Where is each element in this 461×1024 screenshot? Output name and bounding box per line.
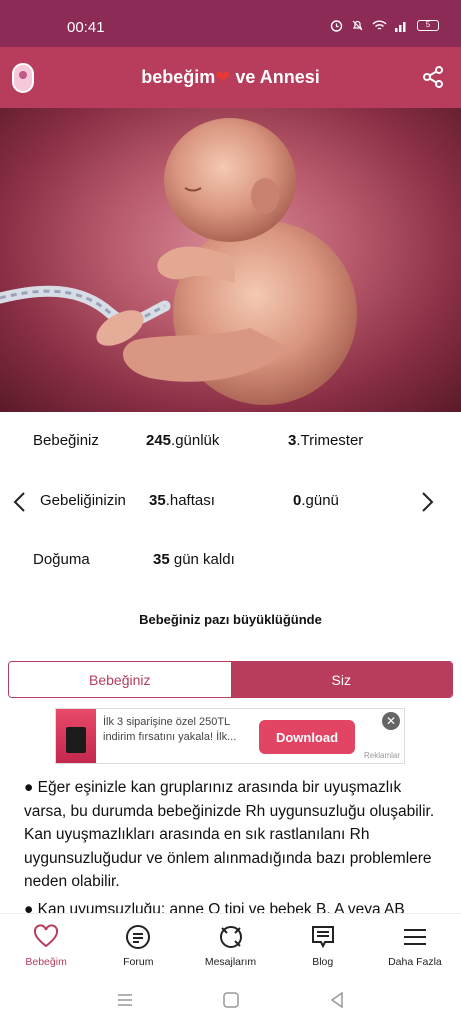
- age-label: Bebeğiniz: [33, 432, 99, 449]
- ad-label: Reklamlar: [363, 751, 400, 760]
- forum-icon: [126, 925, 151, 949]
- due-days-number: 35: [153, 551, 170, 568]
- nav-label: Daha Fazla: [388, 956, 442, 968]
- status-icons: 5: [330, 19, 439, 32]
- app-title: bebeğim❤ ve Annesi: [0, 67, 461, 88]
- heart-icon: [34, 924, 59, 948]
- app-title-suffix: ve Annesi: [230, 67, 320, 87]
- ad-product-image: [56, 709, 96, 763]
- alarm-icon: [330, 20, 343, 32]
- nav-item-forum[interactable]: Forum: [92, 914, 184, 975]
- nav-label: Mesajlarım: [204, 956, 257, 968]
- back-icon[interactable]: [328, 991, 346, 1009]
- age-value: 245.günlük: [146, 432, 219, 449]
- tab-siz[interactable]: Siz: [230, 662, 452, 697]
- status-bar: 00:41 5: [0, 0, 461, 47]
- menu-icon: [403, 929, 426, 945]
- battery-level: 5: [425, 20, 431, 29]
- article-paragraph: ● Kan uyumsuzluğu; anne O tipi ve bebek …: [24, 900, 405, 914]
- wifi-icon: [372, 20, 387, 30]
- nav-label: Bebeğim: [25, 956, 67, 968]
- info-row-age: Bebeğiniz 245.günlük 3.Trimester: [0, 422, 461, 462]
- week-unit: .haftası: [165, 492, 215, 509]
- signal-icon: [395, 21, 406, 32]
- nav-item-mesajlarim[interactable]: Mesajlarım: [184, 914, 276, 975]
- system-nav-bar: [0, 975, 461, 1024]
- previous-week-button[interactable]: [9, 491, 31, 513]
- ad-close-icon[interactable]: ✕: [382, 712, 400, 730]
- day-unit: .günü: [301, 492, 339, 509]
- next-week-button[interactable]: [416, 491, 438, 513]
- age-days-unit: .günlük: [171, 432, 220, 449]
- info-row-week: Gebeliğinizin 35.haftası 0.günü: [0, 482, 461, 522]
- trimester-unit: .Trimester: [296, 432, 364, 449]
- ad-text: İlk 3 siparişine özel 250TL indirim fırs…: [103, 716, 237, 743]
- due-value: 35 gün kaldı: [153, 551, 235, 568]
- recent-apps-icon[interactable]: [116, 991, 134, 1009]
- app-header: bebeğim❤ ve Annesi: [0, 47, 461, 108]
- messages-icon: [219, 926, 242, 948]
- tab-bebeginiz[interactable]: Bebeğiniz: [9, 662, 231, 697]
- due-label: Doğuma: [33, 551, 90, 568]
- share-icon[interactable]: [421, 65, 445, 89]
- info-row-due: Doğuma 35 gün kaldı: [0, 541, 461, 581]
- tab-switcher: Bebeğiniz Siz: [8, 661, 453, 698]
- nav-item-bebegim[interactable]: Bebeğim: [0, 914, 92, 975]
- age-days-number: 245: [146, 432, 172, 449]
- size-caption: Bebeğiniz pazı büyüklüğünde: [139, 612, 322, 627]
- ad-download-button[interactable]: Download: [259, 720, 355, 754]
- nav-label: Forum: [123, 956, 154, 968]
- fetus-illustration: [0, 118, 357, 405]
- week-label: Gebeliğinizin: [40, 492, 126, 509]
- article-paragraph: ● Eğer eşinizle kan gruplarınız arasında…: [24, 779, 435, 890]
- week-value: 35.haftası: [149, 492, 215, 509]
- heart-emoji: ❤: [215, 67, 231, 87]
- status-time: 00:41: [67, 19, 105, 36]
- ad-banner[interactable]: İlk 3 siparişine özel 250TL indirim fırs…: [55, 708, 405, 764]
- day-value: 0.günü: [293, 492, 339, 509]
- nav-item-daha-fazla[interactable]: Daha Fazla: [369, 914, 461, 975]
- battery-icon: 5: [417, 20, 439, 31]
- app-title-prefix: bebeğim: [141, 67, 216, 87]
- nav-item-blog[interactable]: Blog: [277, 914, 369, 975]
- week-number: 35: [149, 492, 166, 509]
- home-icon[interactable]: [222, 991, 240, 1009]
- bottom-nav: Bebeğim Forum Mesajlarım Blog Daha Fazla: [0, 913, 461, 975]
- due-days-unit: gün kaldı: [169, 551, 235, 568]
- trimester-value: 3.Trimester: [288, 432, 363, 449]
- mute-icon: [352, 20, 363, 31]
- blog-icon: [311, 926, 334, 949]
- nav-label: Blog: [312, 956, 334, 968]
- fetus-image: [0, 108, 461, 412]
- article-content: ● Eğer eşinizle kan gruplarınız arasında…: [24, 776, 436, 913]
